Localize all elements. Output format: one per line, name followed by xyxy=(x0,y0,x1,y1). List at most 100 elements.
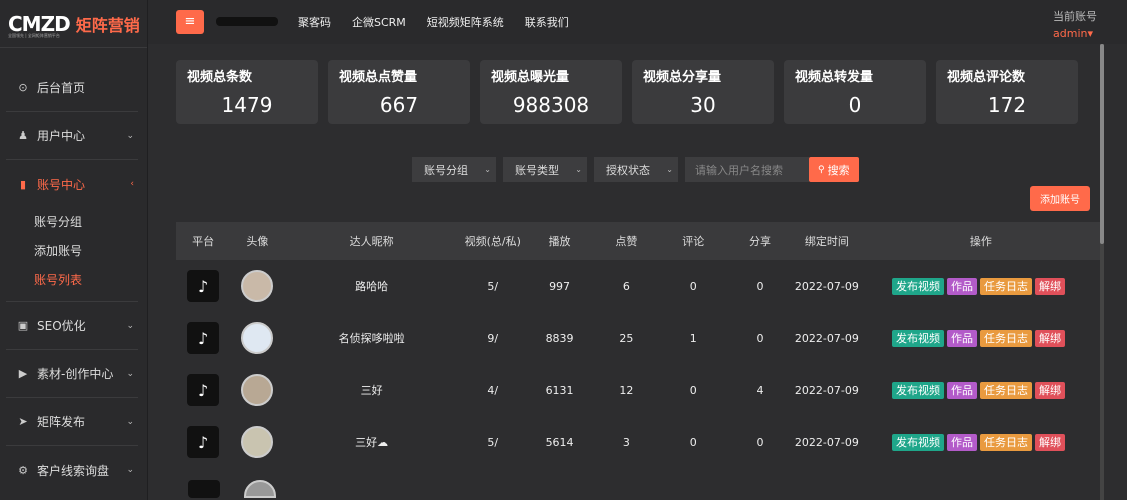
chevron-down-icon: ⌄ xyxy=(575,165,582,174)
chevron-down-icon: ⌄ xyxy=(126,368,134,379)
account-group-select[interactable]: 账号分组 ⌄ xyxy=(412,157,496,182)
column-header: 点赞 xyxy=(615,235,638,248)
stat-value: 988308 xyxy=(512,93,590,117)
scrollbar-thumb[interactable] xyxy=(1100,44,1104,244)
sidebar-item-leads[interactable]: ⚙ 客户线索询盘 ⌄ xyxy=(6,446,138,494)
platform-cell: ♪ xyxy=(176,426,230,458)
logo[interactable]: CMZD 矩阵营销 全国领先 | 全网矩阵营销平台 xyxy=(0,0,147,48)
add-account-button[interactable]: 添加账号 xyxy=(1030,186,1090,211)
sidebar-item-home[interactable]: ⊙ 后台首页 xyxy=(6,64,138,112)
chevron-left-icon: ‹ xyxy=(130,179,134,189)
sidebar-item-label: 矩阵发布 xyxy=(37,415,86,429)
stat-value: 30 xyxy=(690,93,716,117)
redacted-nav-item xyxy=(216,17,278,26)
top-nav: 聚客码 企微SCRM 短视频矩阵系统 联系我们 xyxy=(298,14,569,30)
account-type-select[interactable]: 账号类型 ⌄ xyxy=(503,157,587,182)
nickname-cell: 三好☁ xyxy=(355,436,389,449)
app-root: CMZD 矩阵营销 全国领先 | 全网矩阵营销平台 ⊙ 后台首页 ♟ 用户中心 … xyxy=(0,0,1127,500)
sidebar-subitem-add-account[interactable]: 添加账号 xyxy=(6,237,138,266)
stats-cards: 视频总条数 1479 视频总点赞量 667 视频总曝光量 988308 视频总分… xyxy=(176,60,1078,124)
sidebar-item-publish[interactable]: ➤ 矩阵发布 ⌄ xyxy=(6,398,138,446)
task-log-button[interactable]: 任务日志 xyxy=(979,433,1032,451)
avatar-cell xyxy=(230,374,284,406)
send-icon: ➤ xyxy=(18,415,28,428)
unbind-button[interactable]: 解绑 xyxy=(1034,329,1065,347)
avatar-cell xyxy=(230,426,284,458)
logo-mark: CMZD xyxy=(8,11,71,36)
stat-card-comments: 视频总评论数 172 xyxy=(936,60,1078,124)
works-button[interactable]: 作品 xyxy=(946,381,977,399)
publish-video-button[interactable]: 发布视频 xyxy=(891,329,944,347)
publish-video-button[interactable]: 发布视频 xyxy=(891,381,944,399)
chevron-down-icon: ⌄ xyxy=(126,465,134,475)
tiktok-icon xyxy=(188,480,220,498)
bind-time-cell: 2022-07-09 xyxy=(794,435,859,449)
tiktok-icon: ♪ xyxy=(187,374,220,406)
plays-cell: 6131 xyxy=(545,383,574,397)
select-value: 授权状态 xyxy=(606,163,650,177)
user-icon: ♟ xyxy=(18,129,28,142)
bind-time-cell: 2022-07-09 xyxy=(794,383,859,397)
column-header: 平台 xyxy=(192,235,215,248)
task-log-button[interactable]: 任务日志 xyxy=(979,277,1032,295)
works-button[interactable]: 作品 xyxy=(946,329,977,347)
sidebar-item-label: 用户中心 xyxy=(37,129,86,143)
column-header: 分享 xyxy=(749,235,772,248)
sidebar-item-accounts[interactable]: ▮ 账号中心 ‹ xyxy=(6,160,138,208)
column-header: 评论 xyxy=(682,235,705,248)
avatar xyxy=(244,480,276,498)
chevron-down-icon: ⌄ xyxy=(484,165,491,174)
chevron-down-icon: ⌄ xyxy=(126,416,134,427)
avatar xyxy=(241,322,274,354)
topnav-link-jukema[interactable]: 聚客码 xyxy=(298,14,331,30)
search-input[interactable]: 请输入用户名搜索 xyxy=(685,157,809,182)
task-log-button[interactable]: 任务日志 xyxy=(979,329,1032,347)
table-header: 平台 头像 达人昵称 视频(总/私) 播放 点赞 评论 分享 绑定时间 操作 xyxy=(176,222,1102,260)
works-button[interactable]: 作品 xyxy=(946,277,977,295)
ops-cell: 发布视频 作品 任务日志 解绑 xyxy=(860,277,1102,295)
seo-icon: ▣ xyxy=(17,319,29,332)
sidebar-item-materials[interactable]: ▶ 素材-创作中心 ⌄ xyxy=(6,350,138,398)
auth-status-select[interactable]: 授权状态 ⌄ xyxy=(594,157,678,182)
likes-cell: 6 xyxy=(622,279,630,293)
stat-title: 视频总条数 xyxy=(187,70,253,85)
videos-cell: 5/ xyxy=(487,279,499,293)
bar-chart-icon: ▮ xyxy=(19,177,27,191)
table-body: ♪ 路哈哈 5/997 6 0 0 2022-07-09 发布视频 作品 任务日志 解绑 ♪ 名侦探哆啦… xyxy=(176,260,1102,468)
chevron-down-icon: ⌄ xyxy=(666,165,673,174)
platform-cell: ♪ xyxy=(176,322,230,354)
stat-value: 667 xyxy=(379,93,419,117)
unbind-button[interactable]: 解绑 xyxy=(1034,381,1065,399)
topnav-link-matrix[interactable]: 短视频矩阵系统 xyxy=(427,14,504,30)
publish-video-button[interactable]: 发布视频 xyxy=(891,277,944,295)
sidebar-subitem-groups[interactable]: 账号分组 xyxy=(6,208,138,237)
avatar xyxy=(241,426,274,458)
stat-card-forwards: 视频总转发量 0 xyxy=(784,60,926,124)
unbind-button[interactable]: 解绑 xyxy=(1034,277,1065,295)
nickname-cell: 三好 xyxy=(360,384,383,397)
account-menu[interactable]: 当前账号 admin▾ xyxy=(1053,8,1097,40)
sidebar: CMZD 矩阵营销 全国领先 | 全网矩阵营销平台 ⊙ 后台首页 ♟ 用户中心 … xyxy=(0,0,148,500)
sidebar-item-label: 账号中心 xyxy=(37,177,86,192)
stat-value: 0 xyxy=(848,93,862,117)
works-button[interactable]: 作品 xyxy=(946,433,977,451)
task-log-button[interactable]: 任务日志 xyxy=(979,381,1032,399)
sidebar-subitem-account-list[interactable]: 账号列表 xyxy=(6,266,138,295)
comments-cell: 1 xyxy=(689,331,697,345)
likes-cell: 25 xyxy=(619,331,634,345)
column-header: 达人昵称 xyxy=(349,235,394,248)
nickname-cell: 名侦探哆啦啦 xyxy=(338,332,405,345)
sidebar-item-users[interactable]: ♟ 用户中心 ⌄ xyxy=(6,112,138,160)
account-username[interactable]: admin▾ xyxy=(1053,27,1097,40)
stat-value: 172 xyxy=(987,93,1027,117)
search-icon: ⚲ xyxy=(818,164,825,175)
search-button[interactable]: ⚲ 搜索 xyxy=(809,157,859,182)
publish-video-button[interactable]: 发布视频 xyxy=(891,433,944,451)
topnav-link-scrm[interactable]: 企微SCRM xyxy=(352,14,406,30)
logo-name: 矩阵营销 xyxy=(75,15,140,35)
unbind-button[interactable]: 解绑 xyxy=(1034,433,1065,451)
topnav-link-contact[interactable]: 联系我们 xyxy=(525,14,569,30)
menu-toggle-button[interactable]: ≡ xyxy=(176,10,204,34)
table-row: ♪ 路哈哈 5/997 6 0 0 2022-07-09 发布视频 作品 任务日志 解绑 xyxy=(176,260,1102,312)
sidebar-item-seo[interactable]: ▣ SEO优化 ⌄ xyxy=(6,302,138,350)
